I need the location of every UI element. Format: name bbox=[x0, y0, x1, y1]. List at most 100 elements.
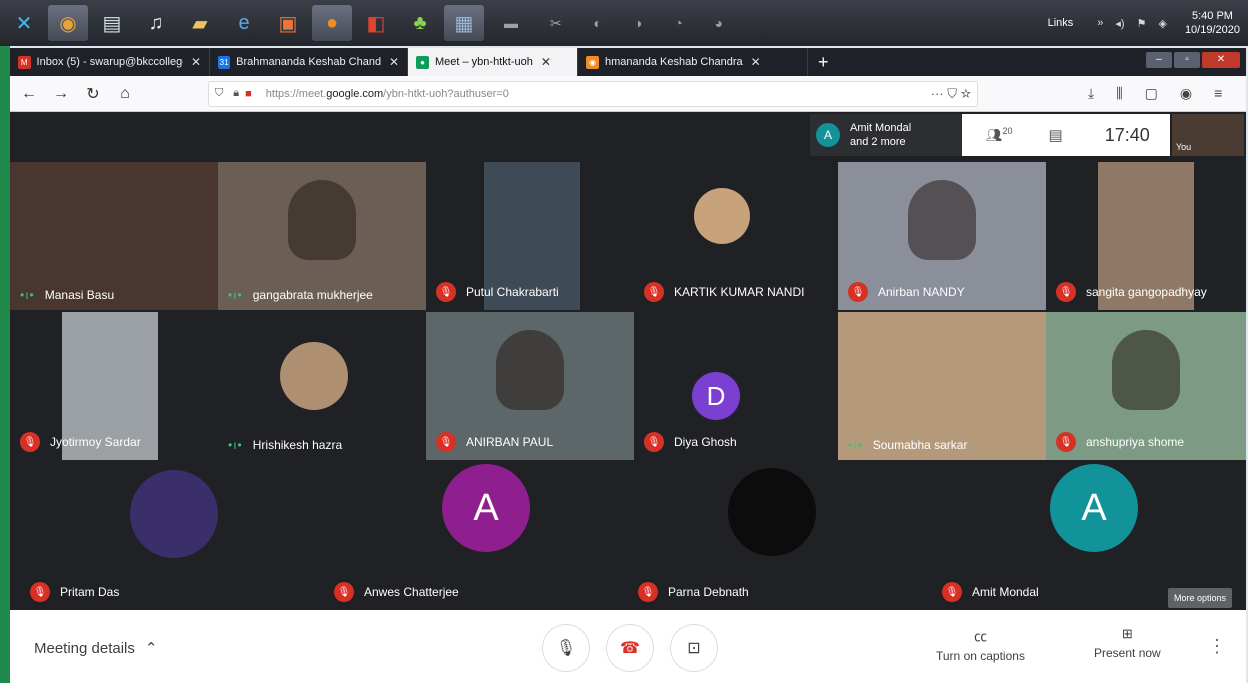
self-view[interactable]: You bbox=[1172, 114, 1244, 156]
mic-button[interactable]: 🎙︎ bbox=[542, 624, 590, 672]
participant-name-label: KARTIK KUMAR NANDI bbox=[674, 285, 805, 299]
chevron-up-icon: ⌃ bbox=[144, 640, 158, 657]
participant-name-label: Hrishikesh hazra bbox=[252, 438, 343, 452]
participant-name-label: anshupriya shome bbox=[1086, 435, 1185, 449]
menu-icon[interactable]: ≡ bbox=[1214, 85, 1222, 102]
mic-off-icon: 🎙︎ bbox=[436, 432, 456, 452]
participant-name: 🎙︎ Anirban NANDY bbox=[848, 282, 965, 302]
mic-off-icon: 🎙︎ bbox=[1056, 432, 1076, 452]
participant-tile[interactable]: 🎙︎ anshupriya shome bbox=[1046, 312, 1246, 460]
tab-label: Inbox (5) - swarup@bkccollege bbox=[36, 56, 183, 68]
tab-close-icon[interactable]: ✕ bbox=[191, 55, 201, 69]
participant-name: 🎙︎ KARTIK KUMAR NANDI bbox=[644, 282, 804, 302]
browser-tab[interactable]: 31 Brahmananda Keshab Chandra ✕ bbox=[210, 48, 408, 76]
participant-tile[interactable]: •ı• gangabrata mukherjee bbox=[218, 162, 426, 310]
participant-tile[interactable]: A 🎙︎ Anwes Chatterjee bbox=[324, 460, 628, 610]
clock[interactable]: 5:40 PM 10/19/2020 bbox=[1185, 9, 1240, 37]
window-controls: – ▫ ✕ bbox=[1144, 52, 1240, 68]
tab-close-icon[interactable]: ✕ bbox=[389, 55, 399, 69]
minimize-button[interactable]: – bbox=[1146, 52, 1172, 68]
browser-tab[interactable]: ◉ hmananda Keshab Chandra ✕ bbox=[578, 48, 808, 76]
mic-off-icon: 🎙︎ bbox=[1056, 282, 1076, 302]
more-options-button[interactable]: ⋮ bbox=[1208, 636, 1226, 657]
participant-tile[interactable]: 🎙︎ Pritam Das bbox=[20, 460, 324, 610]
tab-close-icon[interactable]: ✕ bbox=[541, 55, 551, 69]
screen-icon[interactable]: ▦ bbox=[444, 5, 484, 41]
meeting-details-button[interactable]: Meeting details ⌃ bbox=[34, 639, 157, 657]
links-toolbar[interactable]: Links bbox=[1048, 17, 1074, 29]
camera-button[interactable]: ⊡ bbox=[670, 624, 718, 672]
tab-close-icon[interactable]: ✕ bbox=[751, 55, 761, 69]
participant-name: 🎙︎ Pritam Das bbox=[30, 582, 119, 602]
quick-launch-icons[interactable]: ▬ ✂ ◐ ◑ ◔ ◕ bbox=[504, 15, 737, 32]
participant-tile[interactable]: •ı• Soumabha sarkar bbox=[838, 312, 1046, 460]
forward-button[interactable]: → bbox=[48, 85, 74, 103]
download-icon[interactable]: ⤓ bbox=[1088, 85, 1094, 102]
address-bar[interactable]: ⛉ 🔒︎ ■ https://meet.google.com/ybn-htkt-… bbox=[208, 80, 978, 107]
participant-tile[interactable]: •ı• Hrishikesh hazra bbox=[218, 312, 426, 460]
participant-tile[interactable]: •ı• Manasi Basu bbox=[10, 162, 218, 310]
tools-icon[interactable]: ✕ bbox=[4, 5, 44, 41]
participant-tile[interactable]: 🎙︎ Putul Chakrabarti bbox=[426, 162, 634, 310]
people-button[interactable]: 👥︎20 bbox=[986, 126, 1013, 143]
captions-button[interactable]: ㏄ Turn on captions bbox=[936, 626, 1025, 663]
participant-tile[interactable]: D 🎙︎ Diya Ghosh bbox=[634, 312, 842, 460]
firefox-icon[interactable]: ● bbox=[312, 5, 352, 41]
new-tab-button[interactable]: + bbox=[818, 52, 829, 73]
joined-more: and 2 more bbox=[850, 136, 906, 148]
participant-tile[interactable]: 🎙︎ sangita gangopadhyay bbox=[1046, 162, 1246, 310]
mic-off-icon: 🎙︎ bbox=[334, 582, 354, 602]
participant-tile[interactable]: 🎙︎ Anirban NANDY bbox=[838, 162, 1046, 310]
library-icon[interactable]: ⫼ bbox=[1116, 85, 1122, 102]
chat-icon[interactable]: ▤ bbox=[1049, 126, 1063, 144]
chevron-icon[interactable]: » bbox=[1097, 17, 1103, 29]
reload-button[interactable]: ↻ bbox=[80, 84, 106, 104]
hang-up-button[interactable]: ☎︎ bbox=[606, 624, 654, 672]
closed-captions-icon: ㏄ bbox=[973, 629, 987, 644]
mic-off-icon: 🎙︎ bbox=[848, 282, 868, 302]
volume-icon[interactable]: ◂) bbox=[1115, 17, 1124, 30]
paint-icon[interactable]: ▣ bbox=[268, 5, 308, 41]
folder-icon[interactable]: ▰ bbox=[180, 5, 220, 41]
participant-name: •ı• gangabrata mukherjee bbox=[228, 288, 373, 302]
speaking-indicator-icon: •ı• bbox=[228, 438, 243, 452]
present-now-button[interactable]: ⊞ Present now bbox=[1094, 626, 1161, 660]
avatar-initial: A bbox=[1050, 464, 1138, 552]
ie-icon[interactable]: e bbox=[224, 5, 264, 41]
participant-tile[interactable]: 🎙︎ ANIRBAN PAUL bbox=[426, 312, 634, 460]
maximize-button[interactable]: ▫ bbox=[1174, 52, 1200, 68]
chrome-icon[interactable]: ◉ bbox=[48, 5, 88, 41]
sidebar-icon[interactable]: ▢ bbox=[1145, 85, 1158, 102]
office-icon[interactable]: ◧ bbox=[356, 5, 396, 41]
browser-tab[interactable]: M Inbox (5) - swarup@bkccollege ✕ bbox=[10, 48, 210, 76]
people-icon: 👥︎ bbox=[986, 127, 1003, 143]
network-icon[interactable]: ◈ bbox=[1158, 17, 1166, 30]
back-button[interactable]: ← bbox=[16, 85, 42, 103]
flag-icon[interactable]: ⚑ bbox=[1137, 17, 1147, 30]
music-icon[interactable]: ♫ bbox=[136, 5, 176, 41]
lock-icon[interactable]: 🔒︎ bbox=[233, 87, 239, 100]
mic-off-icon: 🎙︎ bbox=[20, 432, 40, 452]
browser-tab[interactable]: ● Meet – ybn-htkt-uoh ✕ bbox=[408, 48, 578, 76]
shield-icon[interactable]: ⛉ bbox=[215, 87, 223, 100]
participant-tile[interactable]: 🎙︎ Parna Debnath bbox=[628, 460, 932, 610]
close-window-button[interactable]: ✕ bbox=[1202, 52, 1240, 68]
games-icon[interactable]: ♣ bbox=[400, 5, 440, 41]
url-text: https://meet.google.com/ybn-htkt-uoh?aut… bbox=[265, 87, 509, 100]
extension-icon[interactable]: ◉ bbox=[1180, 85, 1192, 102]
tab-label: Meet – ybn-htkt-uoh bbox=[435, 56, 533, 68]
home-button[interactable]: ⌂ bbox=[112, 85, 138, 103]
mic-off-icon: 🎙︎ bbox=[644, 282, 664, 302]
camera-permission-icon[interactable]: ■ bbox=[245, 88, 252, 100]
avatar bbox=[694, 188, 750, 244]
self-label: You bbox=[1176, 142, 1192, 152]
phone-hangup-icon: ☎︎ bbox=[620, 640, 640, 657]
system-tray: Links » ◂) ⚑ ◈ 5:40 PM 10/19/2020 bbox=[1048, 0, 1240, 46]
participant-name: 🎙︎ ANIRBAN PAUL bbox=[436, 432, 553, 452]
notepad-icon[interactable]: ▤ bbox=[92, 5, 132, 41]
participant-tile[interactable]: 🎙︎ KARTIK KUMAR NANDI bbox=[634, 162, 842, 310]
participant-tile[interactable]: 🎙︎ Jyotirmoy Sardar bbox=[10, 312, 218, 460]
page-actions-icon[interactable]: ··· ⛉ ☆ bbox=[931, 86, 971, 102]
clock-date: 10/19/2020 bbox=[1184, 24, 1240, 36]
participant-video bbox=[1112, 330, 1180, 410]
